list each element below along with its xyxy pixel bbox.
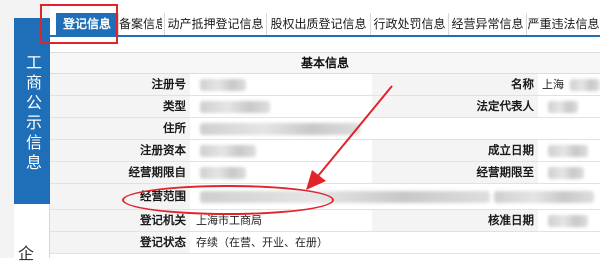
annotation-arrow-icon: [306, 85, 393, 190]
